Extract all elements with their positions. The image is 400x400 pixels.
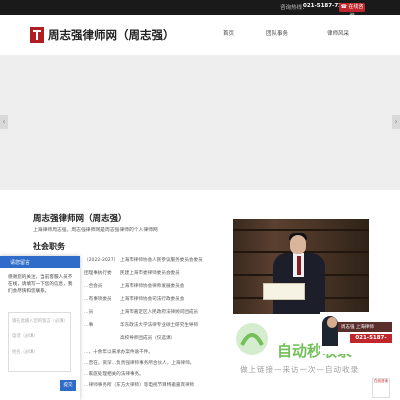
hero-banner <box>0 55 400 190</box>
promo-name: 周志强 上海律师 <box>341 325 374 330</box>
site-title[interactable]: 周志强律师网（周志强） <box>48 27 175 43</box>
floating-consult-widget[interactable]: 在线咨询 <box>372 378 390 398</box>
bio-line: …家庭处理相关的法律事务。 <box>84 372 144 377</box>
promo-phone[interactable]: 021-5187-7200 <box>350 334 392 350</box>
watermark-subtext: 做上链接—来访一次—自动收录 <box>240 365 359 374</box>
nav-home[interactable]: 首页 <box>223 29 234 37</box>
bio-line: …律师事务所（东方大律师）等电视节目特邀嘉宾律师 <box>84 383 195 388</box>
duty-left-item: …事 <box>84 323 94 328</box>
nav-team-affairs[interactable]: 团队事务 <box>266 29 288 37</box>
duty-right-item: 高校导师团成员（仅选课） <box>120 336 176 341</box>
message-form: 请在此输入您的留言（必填） 电话（必填） 姓名（必填） <box>8 312 71 372</box>
site-header: 周志强律师网（周志强） 首页 团队事务 律师风采 <box>0 15 400 55</box>
duty-left-item: …合会员 <box>84 284 103 289</box>
duties-heading: 社会职务 <box>33 242 65 251</box>
message-widget-title: 请您留言 <box>10 260 31 266</box>
message-widget: 请您留言 感谢您的关注，当前客服人员不在线，请填写一下您的信息，我们会尽快和您联… <box>0 256 80 400</box>
carousel-next-arrow-icon[interactable]: › <box>392 115 400 129</box>
message-widget-header[interactable]: 请您留言 <box>0 256 80 268</box>
duty-right-item: 上海市嘉定区人民政府法律顾问团成员 <box>120 310 199 315</box>
duty-right-item: 华东政法大学法律专业硕士研究生导师 <box>120 323 199 328</box>
lawyer-photo <box>233 219 369 314</box>
message-input[interactable]: 请在此输入您的留言（必填） <box>12 318 68 324</box>
message-widget-notice: 感谢您的关注，当前客服人员不在线，请填写一下您的信息，我们会尽快和您联系。 <box>8 275 73 294</box>
section-title: 周志强律师网（周志强） <box>33 214 127 224</box>
duty-right-item: 上海市律师协会司法行政委员会 <box>120 297 185 302</box>
duty-left-item: （2022-2027） <box>84 258 119 263</box>
site-logo-icon[interactable] <box>30 27 44 43</box>
name-input[interactable]: 姓名（必填） <box>12 349 38 355</box>
online-consult-button[interactable]: ☎ 在线咨询 <box>339 3 365 19</box>
promo-lawyer-avatar <box>322 316 338 346</box>
phone-input[interactable]: 电话（必填） <box>12 333 38 339</box>
duty-left-item: …员 <box>84 310 94 315</box>
contact-promo[interactable]: 周志强 上海律师 021-5187-7200 <box>320 312 392 354</box>
nav-lawyer-profile[interactable]: 律师风采 <box>327 29 349 37</box>
top-bar: 咨询热线： 021-5187-7200 ☎ 在线咨询 <box>0 0 400 19</box>
duty-left-item: …有事项委员 <box>84 297 112 302</box>
duty-right-item: 民建上海市委律师委员会委员 <box>120 271 180 276</box>
submit-button[interactable]: 提交 <box>60 380 76 391</box>
duty-left-item: 团理事执行委 <box>84 271 112 276</box>
floating-consult-label: 在线咨询 <box>374 379 388 383</box>
duty-right-item: 上海市律师协会律师发展委员会 <box>120 284 185 289</box>
intro-text: 上海律师周志强，周志强律师网是周志强律师的个人律师网 <box>33 228 158 233</box>
bio-line: …曾在，资深…负责强律师事务所合伙人，上海律师。 <box>84 361 195 366</box>
carousel-prev-arrow-icon[interactable]: ‹ <box>0 115 8 129</box>
watermark-logo-icon <box>232 319 272 359</box>
duty-right-item: 上海市律师协会人民参议服务委员会委员 <box>120 258 203 263</box>
bio-line: …，十余年以来承办案件逾千件。 <box>84 350 153 355</box>
